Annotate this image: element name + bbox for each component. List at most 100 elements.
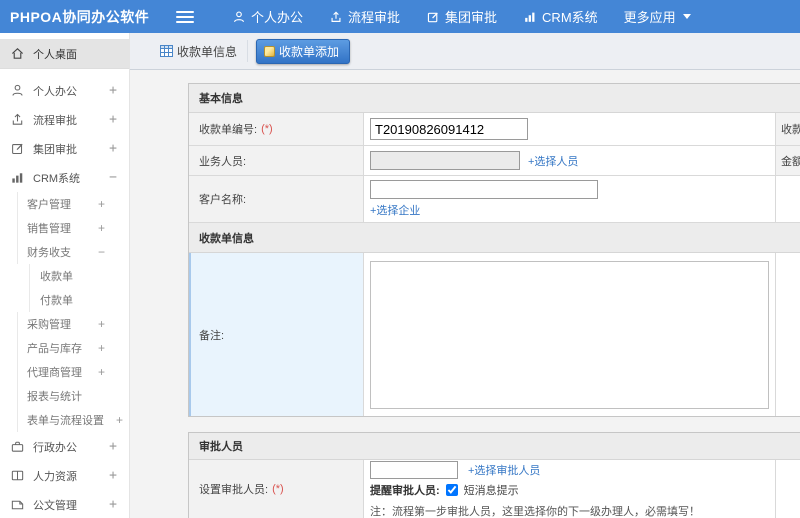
nav-personal-office[interactable]: 个人办公 (232, 7, 303, 26)
section-title-approval: 审批人员 (189, 433, 800, 460)
set-approver-label: 设置审批人员: (*) (189, 460, 364, 518)
row-set-approver: 设置审批人员: (*) +选择审批人员 提醒审批人员: 短消息提示 注：流程第一… (189, 460, 800, 518)
expand-icon[interactable]: + (109, 83, 117, 98)
tab-receipt-add-button[interactable]: 收款单添加 (256, 38, 351, 64)
sidebar-item-process-approval[interactable]: 流程审批 + (0, 105, 129, 134)
hamburger-menu-icon[interactable] (176, 8, 194, 26)
edit-square-icon (426, 10, 440, 24)
customer-input[interactable] (370, 180, 598, 199)
sidebar-item-admin-office[interactable]: 行政办公 + (0, 432, 129, 461)
edit-square-icon (10, 141, 25, 156)
remind-approver-label: 提醒审批人员: (370, 484, 440, 497)
user-icon (232, 10, 246, 24)
home-icon (10, 46, 25, 61)
expand-icon[interactable]: + (109, 141, 117, 156)
sidebar-item-customer-mgmt[interactable]: 客户管理 + (17, 192, 129, 216)
approver-input[interactable] (370, 460, 458, 479)
sidebar: 个人桌面 个人办公 + 流程审批 + 集团审批 + CRM系统 − 客户管理 +… (0, 33, 130, 518)
user-icon (10, 83, 25, 98)
sidebar-item-form-process-settings[interactable]: 表单与流程设置 + (17, 408, 129, 432)
section-title-receipt-info: 收款单信息 (189, 223, 800, 253)
document-icon (10, 497, 25, 512)
receipt-no-cell (364, 113, 776, 145)
sidebar-item-crm-system[interactable]: CRM系统 − (0, 163, 129, 192)
sidebar-item-human-resources[interactable]: 人力资源 + (0, 461, 129, 490)
section-title-basic: 基本信息 (189, 84, 800, 113)
nav-process-approval[interactable]: 流程审批 (329, 7, 400, 26)
expand-icon[interactable]: + (98, 317, 105, 331)
expand-icon[interactable]: + (98, 365, 105, 379)
salesperson-input[interactable] (370, 151, 520, 170)
flow-icon (329, 10, 343, 24)
expand-icon[interactable]: + (109, 112, 117, 127)
sidebar-item-payment[interactable]: 付款单 (29, 288, 129, 312)
receipt-no-input[interactable] (370, 118, 528, 140)
empty-cell (776, 253, 800, 416)
collapse-icon[interactable]: − (109, 170, 117, 185)
row-receipt-no: 收款单编号: (*) 收款单日期: (189, 113, 800, 146)
required-mark: (*) (272, 483, 284, 495)
main-content: 基本信息 收款单编号: (*) 收款单日期: 业务人员: +选择人员 金额: 客… (130, 70, 800, 518)
nav-more-apps[interactable]: 更多应用 (624, 7, 691, 26)
choose-company-link[interactable]: +选择企业 (370, 202, 420, 218)
app-logo: PHPOA协同办公软件 (10, 8, 150, 25)
nav-crm-system[interactable]: CRM系统 (523, 7, 598, 26)
amount-label: 金额: (776, 146, 800, 175)
remark-label: 备注: (189, 253, 364, 416)
empty-cell (776, 460, 800, 518)
expand-icon[interactable]: + (109, 439, 117, 454)
briefcase-icon (10, 439, 25, 454)
set-approver-cell: +选择审批人员 提醒审批人员: 短消息提示 注：流程第一步审批人员，这里选择你的… (364, 460, 776, 518)
customer-label: 客户名称: (189, 176, 364, 222)
topbar: PHPOA协同办公软件 个人办公 流程审批 集团审批 CRM系统 更多应用 (0, 0, 800, 33)
tab-strip: 收款单信息 收款单添加 (130, 33, 800, 70)
form-block-approval: 审批人员 设置审批人员: (*) +选择审批人员 提醒审批人员: 短消息提示 注… (188, 432, 800, 518)
customer-cell: +选择企业 (364, 176, 776, 222)
salesperson-label: 业务人员: (189, 146, 364, 175)
sidebar-item-product-inventory[interactable]: 产品与库存 + (17, 336, 129, 360)
collapse-icon[interactable]: − (98, 245, 105, 259)
row-remark: 备注: (189, 253, 800, 416)
required-mark: (*) (261, 123, 273, 135)
expand-icon[interactable]: + (109, 468, 117, 483)
receipt-date-label: 收款单日期: (776, 113, 800, 145)
remark-textarea[interactable] (370, 260, 769, 409)
receipt-no-label: 收款单编号: (*) (189, 113, 364, 145)
row-customer: 客户名称: +选择企业 (189, 176, 800, 223)
sidebar-item-personal-office[interactable]: 个人办公 + (0, 76, 129, 105)
sidebar-item-finance[interactable]: 财务收支 − (17, 240, 129, 264)
bar-chart-icon (523, 10, 537, 24)
sms-notify-checkbox[interactable] (445, 483, 458, 496)
sms-notify-label: 短消息提示 (463, 484, 519, 497)
flow-icon (10, 112, 25, 127)
caret-down-icon (682, 14, 691, 19)
approver-note: 注：流程第一步审批人员，这里选择你的下一级办理人，必需填写！ (370, 505, 700, 518)
sidebar-item-reports-stats[interactable]: 报表与统计 (17, 384, 129, 408)
sidebar-item-receipt[interactable]: 收款单 (29, 264, 129, 288)
salesperson-cell: +选择人员 (364, 146, 776, 175)
expand-icon[interactable]: + (98, 197, 105, 211)
sidebar-item-sales-mgmt[interactable]: 销售管理 + (17, 216, 129, 240)
expand-icon[interactable]: + (109, 497, 117, 512)
row-salesperson: 业务人员: +选择人员 金额: (189, 146, 800, 176)
topbar-nav: 个人办公 流程审批 集团审批 CRM系统 更多应用 (206, 7, 691, 26)
sidebar-item-group-approval[interactable]: 集团审批 + (0, 134, 129, 163)
remark-cell (364, 253, 776, 416)
table-icon (160, 45, 173, 57)
form-block-basic: 基本信息 收款单编号: (*) 收款单日期: 业务人员: +选择人员 金额: 客… (188, 83, 800, 417)
bar-chart-icon (10, 170, 25, 185)
empty-cell (776, 176, 800, 222)
nav-group-approval[interactable]: 集团审批 (426, 7, 497, 26)
sidebar-item-agent-mgmt[interactable]: 代理商管理 + (17, 360, 129, 384)
expand-icon[interactable]: + (98, 221, 105, 235)
expand-icon[interactable]: + (116, 413, 123, 427)
sidebar-item-document-mgmt[interactable]: 公文管理 + (0, 490, 129, 518)
choose-person-link[interactable]: +选择人员 (528, 153, 578, 169)
receipt-add-icon (264, 45, 276, 57)
choose-approver-link[interactable]: +选择审批人员 (468, 462, 540, 478)
expand-icon[interactable]: + (98, 341, 105, 355)
sidebar-item-purchase-mgmt[interactable]: 采购管理 + (17, 312, 129, 336)
tab-receipt-info[interactable]: 收款单信息 (160, 40, 249, 62)
sidebar-item-personal-desktop[interactable]: 个人桌面 (0, 39, 129, 69)
book-icon (10, 468, 25, 483)
